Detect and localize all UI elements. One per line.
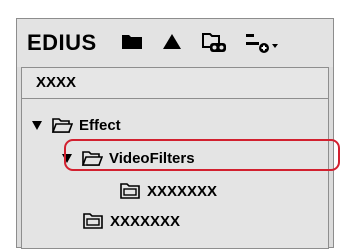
add-dropdown-icon[interactable] [244, 32, 280, 61]
path-text: XXXX [36, 74, 77, 91]
folder-icon [83, 213, 103, 229]
tree-item-label: XXXXXXX [147, 182, 218, 200]
folder-link-icon[interactable] [201, 32, 229, 59]
path-bar: XXXX [21, 67, 329, 99]
toolbar: EDIUS [17, 19, 333, 67]
app-title: EDIUS [27, 30, 97, 55]
tree-item-videofilters[interactable]: VideoFilters [62, 144, 195, 172]
tree-item-label: Effect [79, 116, 121, 134]
folder-icon[interactable] [121, 32, 143, 55]
folder-tree: Effect VideoFilters XXXXXXX XXXXXXX [21, 99, 329, 249]
tree-item-label: VideoFilters [109, 149, 195, 167]
tree-item-label: XXXXXXX [110, 212, 181, 230]
open-folder-icon [81, 151, 103, 166]
bin-panel: EDIUS XXXX Effect VideoFilters XXXXXXX X… [16, 18, 334, 249]
open-folder-icon [51, 118, 73, 133]
tree-item-child[interactable]: XXXXXXX [119, 177, 217, 205]
expand-triangle-icon[interactable] [32, 120, 42, 130]
folder-icon [120, 183, 140, 199]
tree-item-sibling[interactable]: XXXXXXX [82, 207, 180, 235]
triangle-up-icon[interactable] [162, 32, 182, 55]
tree-item-effect[interactable]: Effect [32, 111, 121, 139]
expand-triangle-icon[interactable] [62, 153, 72, 163]
